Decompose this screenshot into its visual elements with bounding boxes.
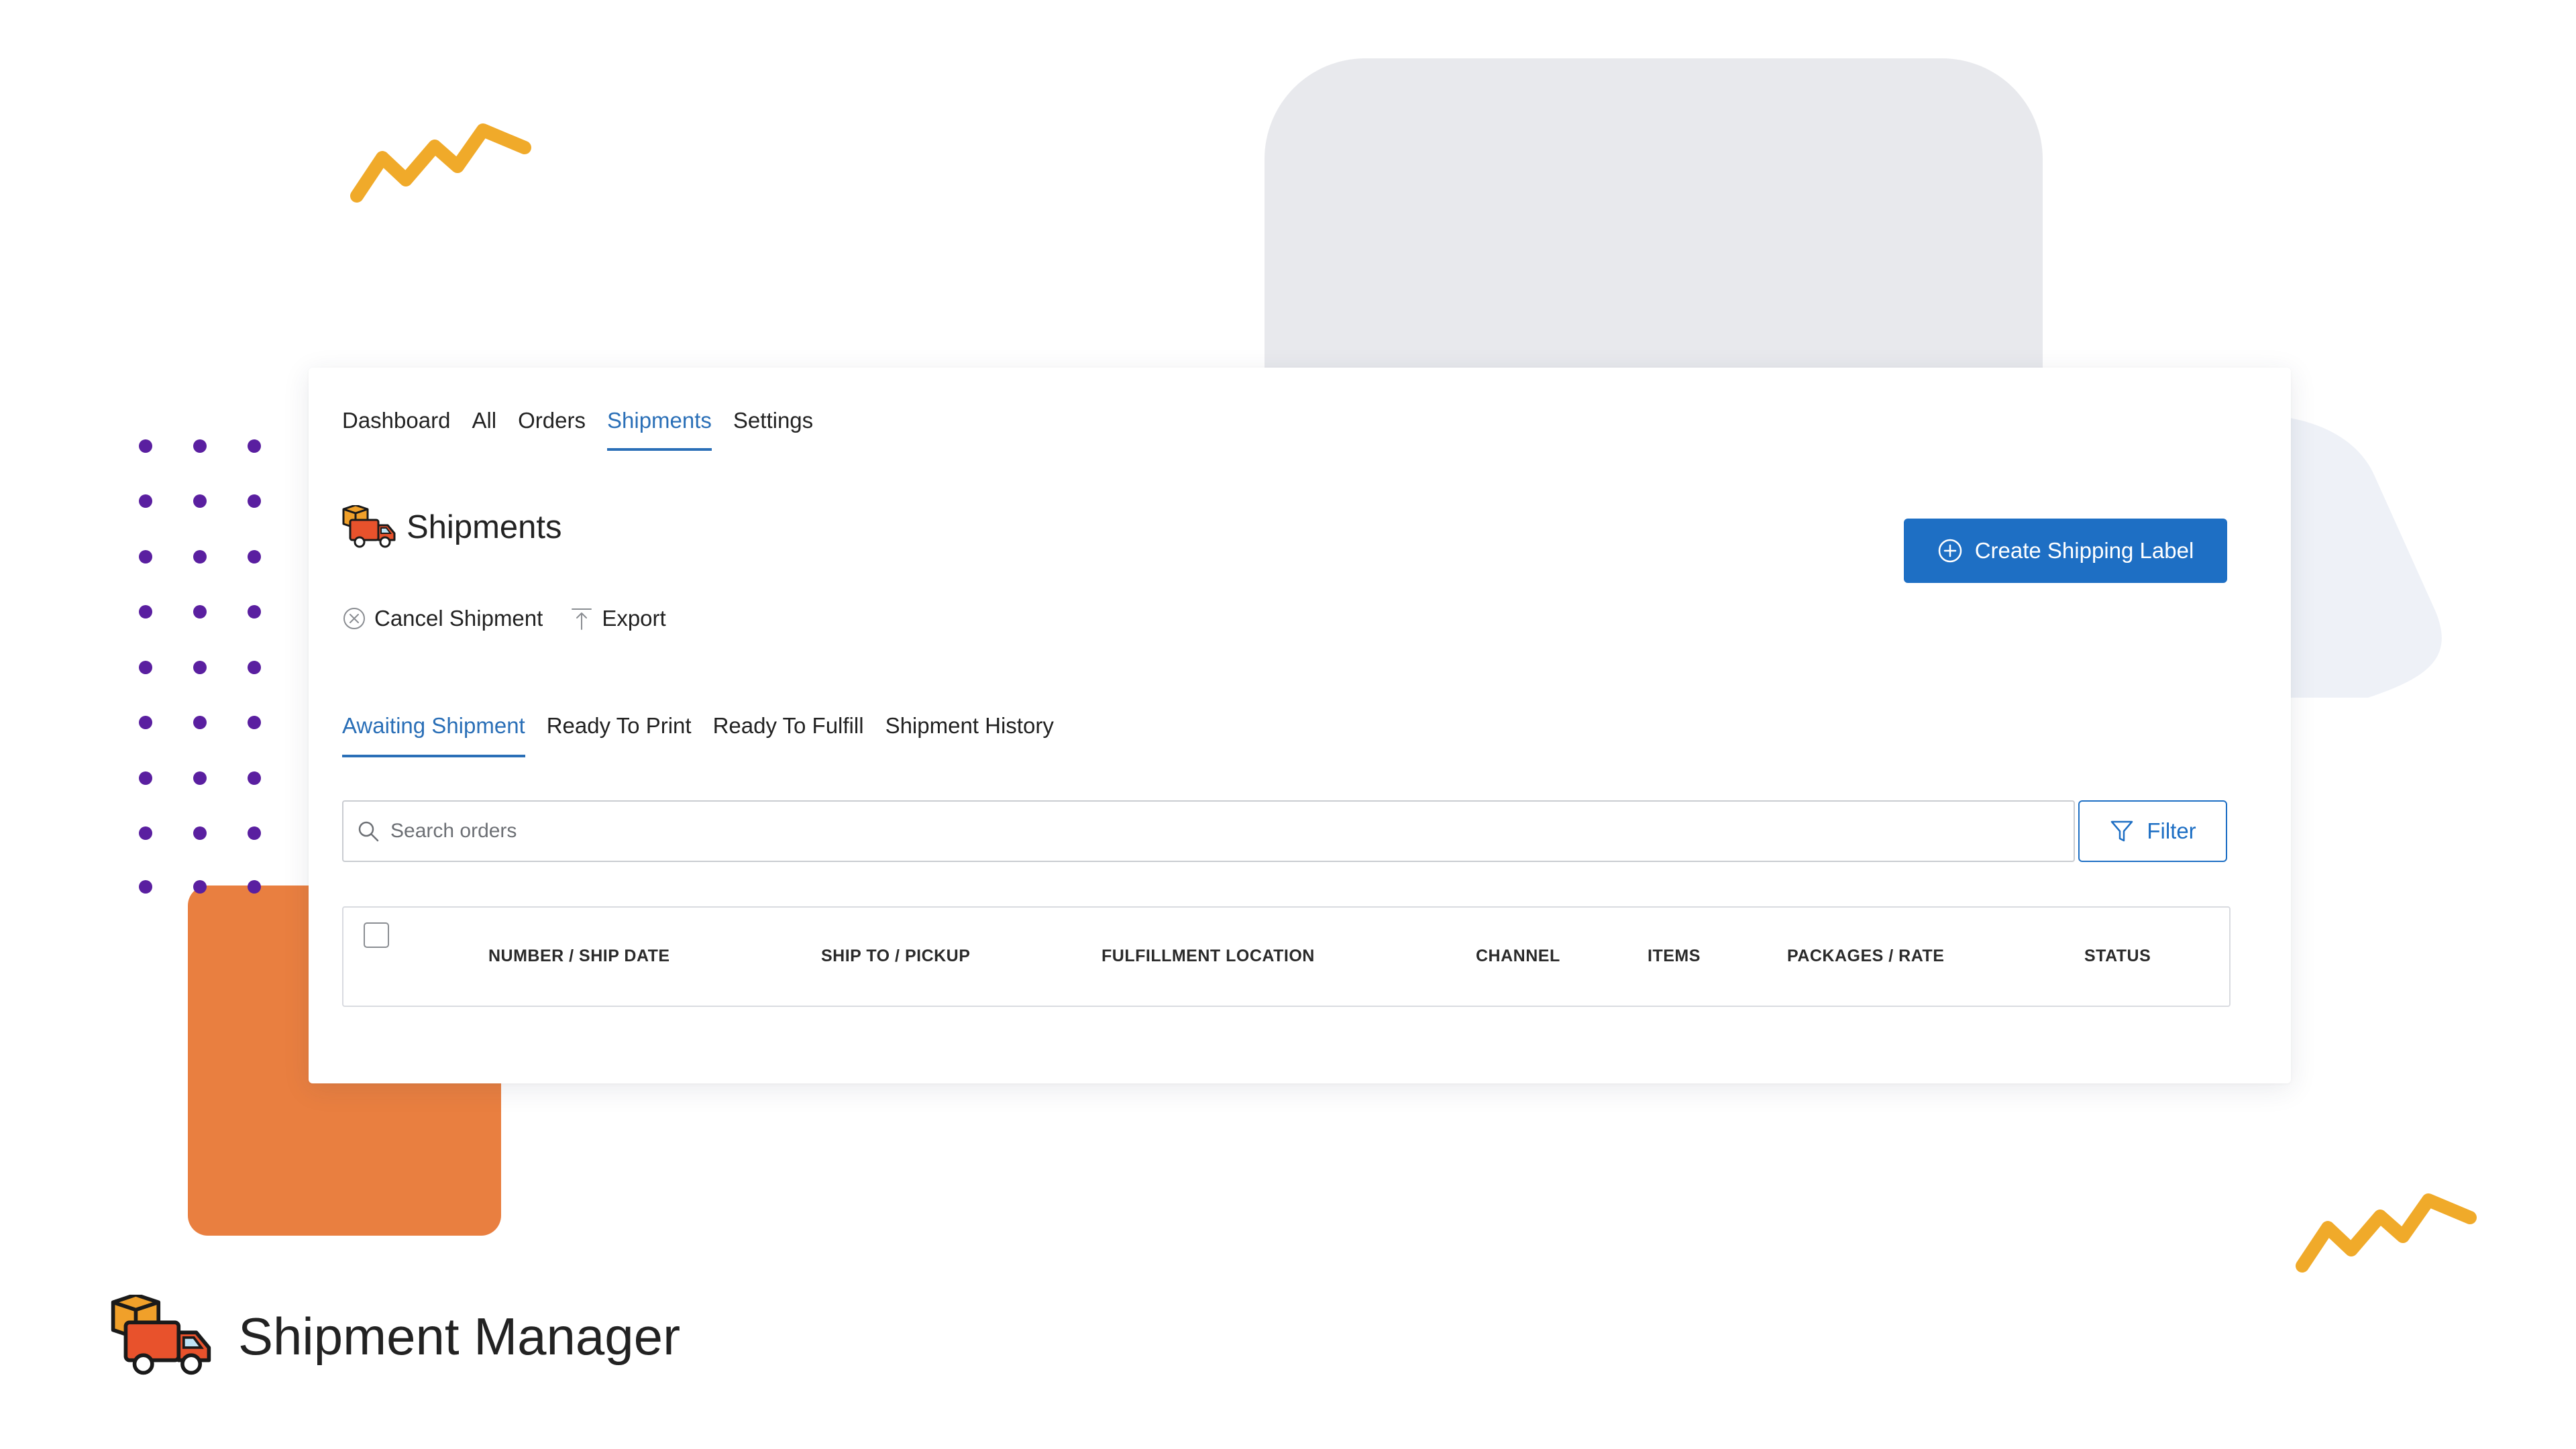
shipments-table: NUMBER / SHIP DATE SHIP TO / PICKUP FULF…: [342, 906, 2231, 1007]
top-navigation: Dashboard All Orders Shipments Settings: [342, 408, 813, 451]
create-shipping-label-button[interactable]: Create Shipping Label: [1904, 519, 2227, 583]
nav-settings[interactable]: Settings: [733, 408, 813, 451]
nav-dashboard[interactable]: Dashboard: [342, 408, 450, 451]
nav-shipments[interactable]: Shipments: [607, 408, 712, 451]
tab-shipment-history[interactable]: Shipment History: [885, 713, 1054, 757]
filter-icon: [2111, 820, 2133, 842]
shipments-panel: Dashboard All Orders Shipments Settings …: [309, 368, 2291, 1083]
delivery-truck-icon: [342, 505, 396, 548]
search-icon: [358, 821, 379, 842]
delivery-truck-logo: [111, 1295, 211, 1375]
nav-all[interactable]: All: [472, 408, 496, 451]
tab-awaiting-shipment[interactable]: Awaiting Shipment: [342, 713, 525, 757]
filter-button[interactable]: Filter: [2078, 800, 2227, 862]
export-icon: [572, 608, 592, 630]
select-all-checkbox[interactable]: [364, 922, 389, 948]
export-button[interactable]: Export: [570, 606, 666, 631]
plus-circle-icon: [1938, 539, 1962, 563]
decorative-dot-grid: [139, 439, 261, 894]
decorative-zigzag: [2296, 1193, 2477, 1273]
export-label: Export: [602, 606, 666, 631]
filter-label: Filter: [2147, 818, 2196, 843]
column-header-items[interactable]: ITEMS: [1648, 947, 1701, 966]
brand-footer: Shipment Manager: [107, 1295, 680, 1378]
brand-name: Shipment Manager: [238, 1306, 681, 1366]
search-placeholder: Search orders: [390, 820, 517, 842]
shipment-status-tabs: Awaiting Shipment Ready To Print Ready T…: [342, 713, 1054, 757]
action-bar: Cancel Shipment Export: [342, 606, 666, 631]
page-header: Shipments: [341, 505, 562, 549]
column-header-number-ship-date[interactable]: NUMBER / SHIP DATE: [488, 947, 670, 966]
x-circle-icon: [343, 608, 365, 629]
column-header-fulfillment-location[interactable]: FULFILLMENT LOCATION: [1102, 947, 1315, 966]
tab-ready-to-print[interactable]: Ready To Print: [547, 713, 692, 757]
column-header-packages-rate[interactable]: PACKAGES / RATE: [1787, 947, 1944, 966]
create-shipping-label-text: Create Shipping Label: [1974, 538, 2194, 563]
column-header-channel[interactable]: CHANNEL: [1476, 947, 1560, 966]
column-header-status[interactable]: STATUS: [2084, 947, 2151, 966]
tab-ready-to-fulfill[interactable]: Ready To Fulfill: [713, 713, 864, 757]
nav-orders[interactable]: Orders: [518, 408, 586, 451]
search-input[interactable]: Search orders: [342, 800, 2075, 862]
page-title: Shipments: [407, 509, 562, 545]
cancel-shipment-button[interactable]: Cancel Shipment: [342, 606, 543, 631]
column-header-ship-to-pickup[interactable]: SHIP TO / PICKUP: [821, 947, 970, 966]
cancel-shipment-label: Cancel Shipment: [374, 606, 543, 631]
decorative-zigzag: [350, 123, 531, 203]
